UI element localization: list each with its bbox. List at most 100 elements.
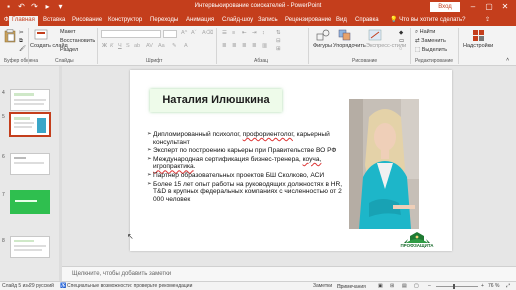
shadow-icon[interactable]: S xyxy=(126,43,130,49)
copy-icon[interactable]: ⧉ xyxy=(19,38,23,45)
slide-thumbnail-8[interactable] xyxy=(10,236,50,258)
title-bar: ▪ ↶ ↷ ▸ ▾ Интервьюирование соискателей -… xyxy=(0,0,516,14)
accessibility-icon[interactable]: ♿ xyxy=(60,283,66,289)
columns-icon[interactable]: ▥ xyxy=(262,43,267,49)
normal-view-icon[interactable]: ▣ xyxy=(378,283,383,289)
restore-button[interactable]: ▢ xyxy=(484,1,494,12)
shapes-icon[interactable] xyxy=(316,29,330,41)
thumb-number: 5 xyxy=(2,114,5,120)
portrait-photo[interactable] xyxy=(349,99,419,229)
line-spacing-icon[interactable]: ↕ xyxy=(262,30,265,36)
select-button[interactable]: ⬚ Выделить xyxy=(415,47,447,53)
reset-button[interactable]: Восстановить xyxy=(60,38,95,44)
zoom-slider[interactable] xyxy=(436,286,478,287)
decrease-indent-icon[interactable]: ⇤ xyxy=(242,30,247,36)
accessibility-status[interactable]: Специальные возможности: проверьте реком… xyxy=(67,283,192,289)
tab-transitions[interactable]: Переходы xyxy=(150,16,178,26)
underline-icon[interactable]: Ч xyxy=(118,43,122,49)
tell-me-search[interactable]: 💡 Что вы хотите сделать? xyxy=(390,16,465,23)
tab-help[interactable]: Справка xyxy=(355,16,379,26)
slide-sorter-icon[interactable]: ⊞ xyxy=(390,283,394,289)
find-button[interactable]: ⌕ Найти xyxy=(415,29,435,36)
bullet-item: Международная сертификация бизнес-тренер… xyxy=(147,156,349,171)
highlight-icon[interactable]: ✎ xyxy=(172,43,177,49)
numbering-icon[interactable]: ≡ xyxy=(232,30,235,36)
bullet-item: Эксперт по построению карьеры при Правит… xyxy=(147,147,349,155)
notes-toggle[interactable]: Заметки xyxy=(313,283,332,289)
smartart-icon[interactable]: ⊞ xyxy=(276,46,281,52)
tab-animations[interactable]: Анимация xyxy=(186,16,214,26)
cut-icon[interactable]: ✂ xyxy=(19,30,24,36)
format-painter-icon[interactable]: 🖌 xyxy=(19,46,26,52)
title-placeholder[interactable]: Наталия Илюшкина xyxy=(150,89,282,112)
quick-styles-icon[interactable] xyxy=(368,29,382,41)
shape-effects-icon[interactable]: ◌ xyxy=(399,46,402,52)
font-group-label: Шрифт xyxy=(146,58,163,64)
arrange-button[interactable]: Упорядочить xyxy=(333,43,366,49)
shape-outline-icon[interactable]: ▭ xyxy=(399,38,404,44)
tab-design[interactable]: Конструктор xyxy=(108,16,142,26)
zoom-level[interactable]: 76 % xyxy=(488,283,499,289)
replace-button[interactable]: ⇄ Заменить xyxy=(415,38,446,44)
tab-slideshow[interactable]: Слайд-шоу xyxy=(222,16,253,26)
zoom-out-icon[interactable]: – xyxy=(428,283,431,289)
arrange-icon[interactable] xyxy=(338,29,352,41)
case-icon[interactable]: Aa xyxy=(158,43,165,49)
align-left-icon[interactable]: ≣ xyxy=(222,43,227,49)
bullets-icon[interactable]: ☰ xyxy=(222,30,227,36)
align-right-icon[interactable]: ≣ xyxy=(242,43,247,49)
align-text-icon[interactable]: ⊟ xyxy=(276,38,281,44)
bullet-item: Партнер образовательных проектов БШ Скол… xyxy=(147,172,349,180)
share-button[interactable]: ⇪ xyxy=(485,16,490,23)
collapse-ribbon-icon[interactable]: ˄ xyxy=(506,57,509,63)
align-center-icon[interactable]: ≣ xyxy=(232,43,237,49)
justify-icon[interactable]: ≣ xyxy=(252,43,257,49)
strikethrough-icon[interactable]: ab xyxy=(134,43,140,49)
slide-thumbnail-6[interactable] xyxy=(10,153,50,175)
tab-home[interactable]: Главная xyxy=(9,16,38,26)
spellcheck-icon[interactable]: ✓ xyxy=(27,283,31,289)
section-button[interactable]: Раздел xyxy=(60,47,78,53)
minimize-button[interactable]: – xyxy=(468,1,478,12)
italic-icon[interactable]: К xyxy=(110,43,113,49)
paste-icon[interactable] xyxy=(4,29,16,43)
bullet-text: Партнер образовательных проектов БШ Скол… xyxy=(153,171,325,179)
close-button[interactable]: ✕ xyxy=(500,1,510,12)
zoom-in-icon[interactable]: + xyxy=(481,283,484,289)
tab-view[interactable]: Вид xyxy=(336,16,347,26)
tab-record[interactable]: Запись xyxy=(258,16,278,26)
clear-format-icon[interactable]: A⌫ xyxy=(202,30,213,36)
tab-review[interactable]: Рецензирование xyxy=(285,16,331,26)
bullet-list[interactable]: Дипломированный психолог, профориентолог… xyxy=(147,131,349,204)
slideshow-view-icon[interactable]: ▢ xyxy=(414,283,419,289)
spacing-icon[interactable]: AV xyxy=(146,43,153,49)
slide-thumbnail-7[interactable] xyxy=(10,190,50,214)
thumb-number: 6 xyxy=(2,154,5,160)
language-indicator[interactable]: русский xyxy=(36,283,54,289)
zoom-slider-thumb[interactable] xyxy=(453,284,455,289)
shapes-button[interactable]: Фигуры xyxy=(313,43,332,49)
reading-view-icon[interactable]: ▤ xyxy=(402,283,407,289)
addins-button[interactable]: Надстройки xyxy=(463,43,493,49)
current-slide[interactable]: Наталия Илюшкина Дипломированный психоло… xyxy=(130,70,452,251)
font-size-dropdown[interactable] xyxy=(163,30,177,38)
bold-icon[interactable]: Ж xyxy=(102,43,107,49)
text-direction-icon[interactable]: ⇅ xyxy=(276,30,281,36)
decrease-font-icon[interactable]: Aˇ xyxy=(191,30,197,36)
signin-button[interactable]: Вход xyxy=(430,2,460,12)
font-color-icon[interactable]: A xyxy=(184,43,188,49)
increase-font-icon[interactable]: A^ xyxy=(181,30,187,36)
slide-thumbnail-4[interactable] xyxy=(10,89,50,111)
shape-fill-icon[interactable]: ◆ xyxy=(399,30,403,36)
new-slide-icon[interactable] xyxy=(34,29,48,41)
notes-pane[interactable]: Щелкните, чтобы добавить заметки xyxy=(62,266,516,281)
logo-text: ПРОФЗАЩИТА xyxy=(400,243,434,248)
font-name-dropdown[interactable] xyxy=(101,30,161,38)
tab-draw[interactable]: Рисование xyxy=(72,16,102,26)
increase-indent-icon[interactable]: ⇥ xyxy=(252,30,257,36)
slide-thumbnail-5[interactable] xyxy=(9,112,51,137)
tab-insert[interactable]: Вставка xyxy=(43,16,65,26)
fit-to-window-icon[interactable]: ⤢ xyxy=(506,283,510,289)
layout-button[interactable]: Макет xyxy=(60,29,76,35)
addins-icon[interactable] xyxy=(472,29,486,41)
